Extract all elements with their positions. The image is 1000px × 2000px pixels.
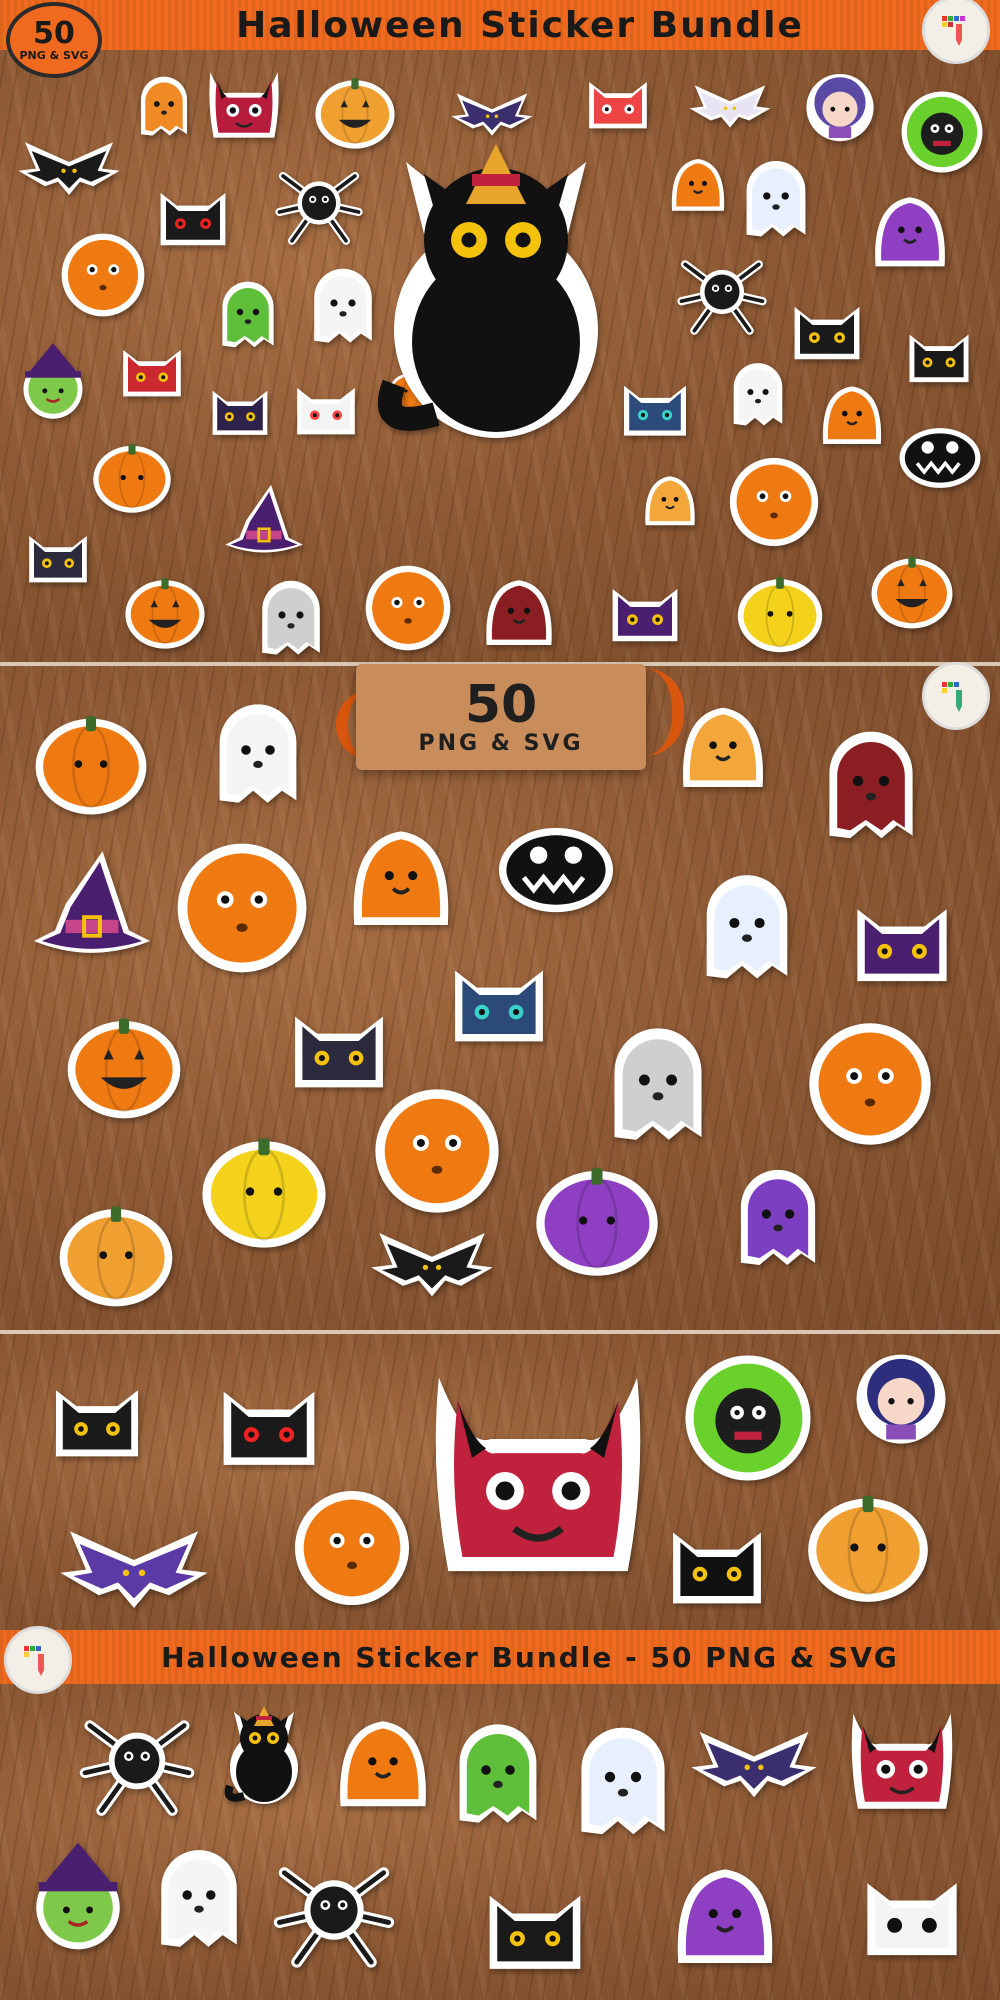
witch-face-sticker [20,1838,136,1954]
blob-monster-sticker [336,808,466,938]
ghost-sticker [438,1710,558,1830]
pumpkin-sticker [60,998,188,1126]
round-face-sticker [726,454,822,550]
cat-sticker [40,1356,154,1470]
pumpkin-sticker [310,64,400,154]
ghost-sticker [684,860,810,986]
bat-sticker [686,66,774,154]
cat-sticker [438,934,560,1056]
cat-sticker [472,1858,598,1984]
monster-mouth-sticker [896,414,984,502]
witch-hat-sticker [26,838,158,970]
ghost-sticker [730,150,822,242]
blob-monster-sticker [662,146,734,218]
cat-sticker [18,512,98,592]
pumpkin-sticker [194,1116,334,1256]
header-banner: Halloween Sticker Bundle [0,0,1000,50]
ghost-sticker [806,716,936,846]
ghost-sticker [590,1012,726,1148]
footer-banner-text: Halloween Sticker Bundle - 50 PNG & SVG [161,1640,899,1674]
spider-sticker [78,1702,196,1820]
girl-sticker [848,1344,954,1450]
blob-monster-sticker [324,1700,442,1818]
ghost-sticker [128,68,200,140]
girl-sticker [800,66,880,146]
ghost-sticker [720,1156,836,1272]
count-badge: 50 PNG & SVG [6,2,102,78]
blob-monster-sticker [812,372,892,452]
ghost-sticker [246,570,336,660]
bat-sticker [54,1496,214,1656]
devil-monster-sticker [420,1354,656,1590]
cat-sticker [656,1496,778,1618]
round-face-sticker [370,1084,504,1218]
cat-sticker [206,1354,332,1480]
blob-monster-sticker [668,688,778,798]
spider-sticker [272,1848,396,1972]
blob-monster-sticker [636,464,704,532]
round-face-sticker [290,1486,414,1610]
virus-monster-sticker [680,1350,816,1486]
black-cat-party-hat-sticker [214,1706,314,1806]
pumpkin-sticker [528,1146,666,1284]
round-face-sticker [172,838,312,978]
badge-format: PNG & SVG [19,48,89,62]
cat-sticker [112,326,192,406]
blob-monster-sticker [474,564,564,654]
blob-monster-sticker [660,1846,790,1976]
blob-monster-sticker [862,180,958,276]
ghost-sticker [198,690,318,810]
pumpkin-sticker [28,696,154,822]
pumpkin-sticker [120,564,210,654]
bat-sticker [14,118,124,228]
round-face-sticker [58,230,148,320]
spider-sticker [676,246,768,338]
witch-hat-sticker [220,476,308,564]
ghost-sticker [720,354,796,430]
badge-count: 50 [33,15,75,51]
middle-badge-format: PNG & SVG [418,730,584,756]
cat-sticker [578,58,658,138]
middle-badge-count: 50 [464,674,538,735]
witch-face-sticker [12,340,94,422]
pumpkin-sticker [52,1186,180,1314]
middle-count-badge: 50 PNG & SVG [356,664,646,770]
bat-sticker [366,1204,498,1336]
monster-mouth-sticker [494,808,618,932]
cat-sticker [202,368,278,444]
round-face-sticker [804,1018,936,1150]
ghost-sticker [208,272,288,352]
pumpkin-sticker [800,1474,936,1610]
cat-sticker [148,166,238,256]
ghost-sticker [558,1712,688,1842]
cat-sticker [600,562,690,652]
round-face-sticker [362,562,454,654]
pumpkin-sticker [866,542,958,634]
pumpkin-sticker [88,430,176,518]
cat-sticker [850,1846,974,1970]
pumpkin-sticker [732,562,828,658]
cat-sticker [898,310,980,392]
cat-sticker [840,872,964,996]
black-cat-party-hat-sticker [346,144,646,444]
page-title: Halloween Sticker Bundle [236,4,804,46]
virus-monster-sticker [898,88,986,176]
ghost-sticker [140,1836,258,1954]
devil-monster-sticker [844,1702,960,1818]
devil-monster-sticker [204,64,284,144]
bat-sticker [686,1702,822,1838]
